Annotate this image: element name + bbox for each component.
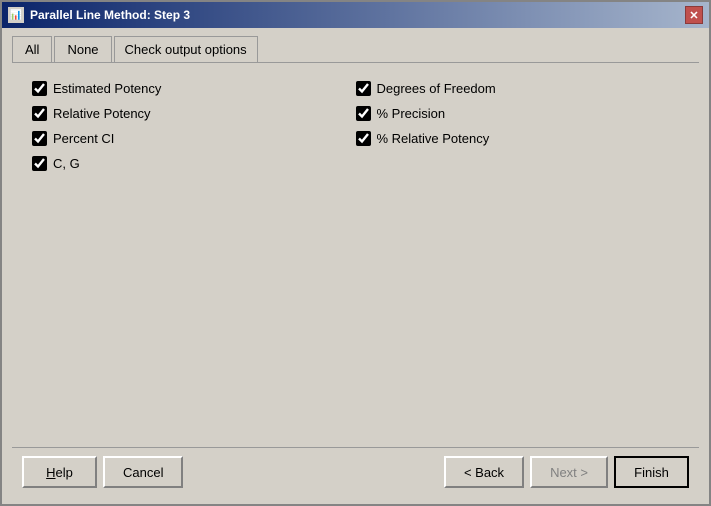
main-window: 📊 Parallel Line Method: Step 3 ✕ All Non… [0, 0, 711, 506]
checkbox-column-right: Degrees of Freedom % Precision % Relativ… [356, 81, 680, 429]
checkboxes-area: Estimated Potency Relative Potency Perce… [12, 71, 699, 439]
percent-ci-checkbox[interactable] [32, 131, 47, 146]
bottom-bar: Help Cancel < Back Next > Finish [12, 447, 699, 496]
checkbox-column-left: Estimated Potency Relative Potency Perce… [32, 81, 356, 429]
percent-ci-label: Percent CI [53, 131, 114, 146]
list-item: C, G [32, 156, 356, 171]
list-item: Estimated Potency [32, 81, 356, 96]
list-item: % Precision [356, 106, 680, 121]
list-item: Degrees of Freedom [356, 81, 680, 96]
tab-all[interactable]: All [12, 36, 52, 62]
cancel-button[interactable]: Cancel [103, 456, 183, 488]
help-label: Help [46, 465, 73, 480]
cg-checkbox[interactable] [32, 156, 47, 171]
next-button: Next > [530, 456, 608, 488]
bottom-left-buttons: Help Cancel [22, 456, 183, 488]
window-title: Parallel Line Method: Step 3 [30, 8, 190, 22]
list-item: Percent CI [32, 131, 356, 146]
app-icon: 📊 [8, 7, 24, 23]
estimated-potency-label: Estimated Potency [53, 81, 161, 96]
finish-button[interactable]: Finish [614, 456, 689, 488]
help-button[interactable]: Help [22, 456, 97, 488]
relative-potency-label: Relative Potency [53, 106, 151, 121]
close-button[interactable]: ✕ [685, 6, 703, 24]
degrees-of-freedom-label: Degrees of Freedom [377, 81, 496, 96]
back-button[interactable]: < Back [444, 456, 524, 488]
tab-bar: All None Check output options [12, 36, 699, 63]
percent-precision-checkbox[interactable] [356, 106, 371, 121]
estimated-potency-checkbox[interactable] [32, 81, 47, 96]
title-bar: 📊 Parallel Line Method: Step 3 ✕ [2, 2, 709, 28]
relative-potency-checkbox[interactable] [32, 106, 47, 121]
percent-relative-potency-checkbox[interactable] [356, 131, 371, 146]
list-item: % Relative Potency [356, 131, 680, 146]
content-area: All None Check output options Estimated … [2, 28, 709, 504]
percent-relative-potency-label: % Relative Potency [377, 131, 490, 146]
title-bar-left: 📊 Parallel Line Method: Step 3 [8, 7, 190, 23]
tab-none[interactable]: None [54, 36, 111, 62]
list-item: Relative Potency [32, 106, 356, 121]
cg-label: C, G [53, 156, 80, 171]
percent-precision-label: % Precision [377, 106, 446, 121]
tab-check-output[interactable]: Check output options [114, 36, 258, 62]
degrees-of-freedom-checkbox[interactable] [356, 81, 371, 96]
bottom-right-buttons: < Back Next > Finish [444, 456, 689, 488]
